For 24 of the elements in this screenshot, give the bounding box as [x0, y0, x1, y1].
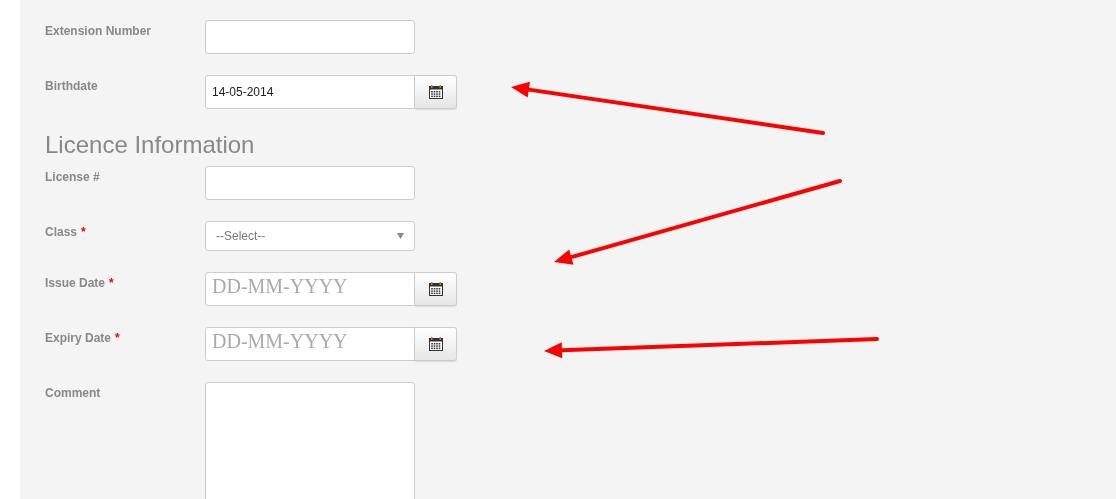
field-label: Comment — [45, 385, 101, 402]
field-label: Class — [45, 224, 78, 241]
field-label: Expiry Date — [45, 330, 112, 347]
select-dropdown[interactable]: --Select-- — [205, 221, 415, 251]
calendar-icon — [428, 337, 443, 351]
text-field[interactable] — [205, 20, 415, 54]
date-field[interactable]: 14-05-2014 — [205, 75, 415, 109]
text-field[interactable] — [205, 166, 415, 200]
calendar-button[interactable] — [415, 75, 457, 109]
calendar-icon — [428, 282, 443, 296]
dropdown-caret-icon — [397, 233, 404, 239]
field-label: Issue Date — [45, 275, 106, 292]
field-label: Extension Number — [45, 23, 152, 40]
calendar-button[interactable] — [415, 327, 457, 361]
date-field[interactable]: DD-MM-YYYY — [205, 272, 415, 306]
required-asterisk: * — [81, 224, 86, 241]
calendar-button[interactable] — [415, 272, 457, 306]
date-field[interactable]: DD-MM-YYYY — [205, 327, 415, 361]
field-label: License # — [45, 169, 100, 186]
calendar-icon — [428, 85, 443, 99]
field-label: Birthdate — [45, 78, 98, 95]
section-heading: Licence Information — [45, 130, 256, 160]
required-asterisk: * — [109, 275, 114, 292]
required-asterisk: * — [115, 330, 120, 347]
